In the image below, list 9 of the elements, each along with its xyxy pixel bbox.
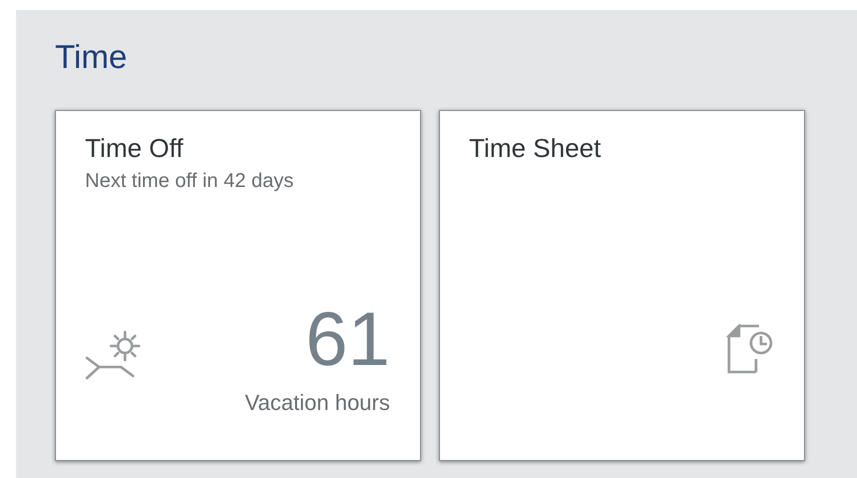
tile[interactable]: Time Off Next time off in 42 days 61 Vacation hours	[55, 110, 421, 461]
document-clock-icon	[726, 324, 774, 376]
tile-title: Time Off	[85, 133, 184, 164]
tile[interactable]: Time Sheet	[439, 110, 805, 461]
section-title: Time	[55, 38, 128, 77]
tile-title: Time Sheet	[469, 133, 602, 164]
kpi-value: 61	[304, 302, 390, 378]
kpi-unit: Vacation hours	[244, 390, 390, 416]
tile-subtitle: Next time off in 42 days	[85, 170, 295, 193]
